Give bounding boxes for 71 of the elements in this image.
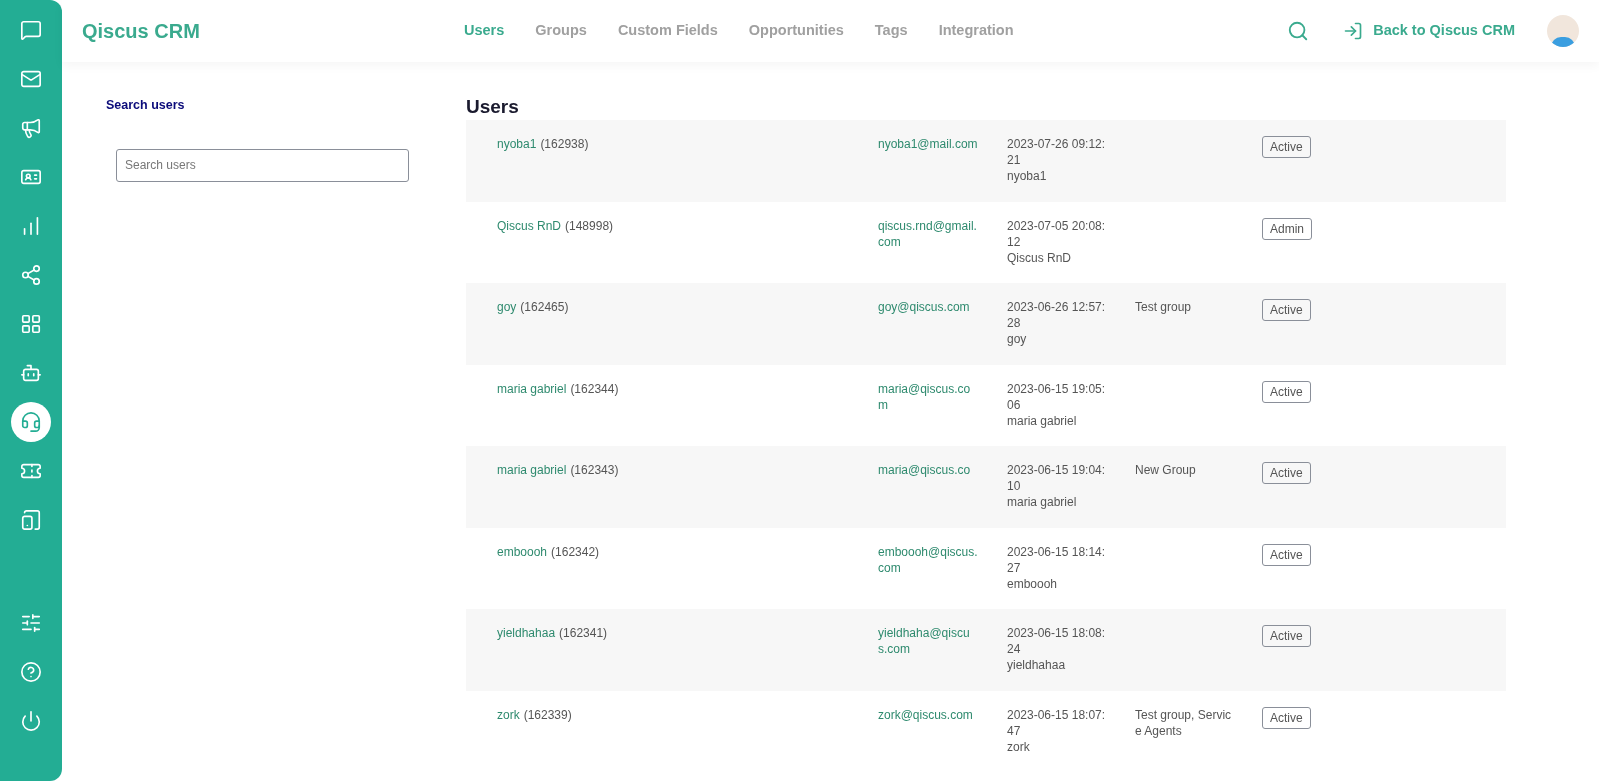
user-name-link[interactable]: Qiscus RnD: [497, 217, 561, 234]
created-by: emboooh: [1007, 575, 1059, 592]
megaphone-icon: [20, 117, 42, 139]
status-badge: Active: [1262, 706, 1311, 729]
help-icon: [20, 661, 42, 683]
user-email: yieldhaha@qiscus.com: [878, 625, 971, 657]
user-email: maria@qiscus.co: [878, 462, 972, 478]
user-id: (162339): [523, 706, 572, 723]
user-groups: Test group, Service Agents: [1135, 706, 1235, 739]
chat-bubble-icon: [20, 19, 42, 41]
user-id: (162342): [551, 543, 600, 560]
created-by: yieldhahaa: [1007, 657, 1067, 673]
user-name-link[interactable]: nyoba1: [497, 136, 537, 152]
status-badge: Active: [1262, 543, 1311, 566]
user-email: emboooh@qiscus.com: [878, 543, 978, 576]
user-groups: New Group: [1135, 462, 1235, 478]
created-date: 2023-07-05 20:08:12: [1007, 217, 1107, 250]
user-name-link[interactable]: zork: [497, 706, 520, 723]
search-heading: Search users: [106, 97, 186, 114]
user-email: qiscus.rnd@gmail.com: [878, 217, 978, 250]
search-icon: [1287, 20, 1310, 42]
status-badge: Active: [1262, 136, 1311, 158]
back-link[interactable]: Back to Qiscus CRM: [1343, 20, 1515, 42]
envelope-icon: [20, 68, 42, 90]
nav-tab[interactable]: Users: [464, 20, 505, 42]
user-email: zork@qiscus.com: [878, 706, 974, 723]
sliders-icon: [20, 612, 42, 634]
user-name-link[interactable]: maria gabriel: [497, 462, 567, 478]
robot-icon: [20, 362, 42, 384]
tablet-icon: [20, 509, 42, 531]
user-name-link[interactable]: goy: [497, 299, 517, 315]
user-name-link[interactable]: maria gabriel: [497, 380, 567, 397]
created-by: maria gabriel: [1007, 412, 1078, 429]
status-badge: Active: [1262, 625, 1311, 647]
created-by: zork: [1007, 738, 1031, 755]
sidebar-item[interactable]: [11, 402, 51, 442]
user-id: (162343): [570, 462, 619, 478]
user-id: (162341): [559, 625, 608, 641]
user-id: (162344): [570, 380, 619, 397]
headset-agent-icon: [20, 411, 42, 433]
user-email: maria@qiscus.com: [878, 380, 972, 413]
nav-tab[interactable]: Custom Fields: [617, 20, 718, 42]
nav-tab[interactable]: Tags: [874, 20, 908, 42]
user-email: nyoba1@mail.com: [878, 136, 978, 152]
user-id: (162938): [540, 136, 589, 152]
nav-tab[interactable]: Opportunities: [748, 20, 844, 42]
nav-tab[interactable]: Integration: [938, 20, 1014, 42]
created-by: maria gabriel: [1007, 494, 1078, 510]
users-heading: Users: [466, 95, 520, 119]
user-name-link[interactable]: emboooh: [497, 543, 548, 560]
user-email: goy@qiscus.com: [878, 299, 971, 315]
nav-tab[interactable]: Groups: [535, 20, 587, 42]
created-by: goy: [1007, 331, 1028, 347]
user-name-link[interactable]: yieldhahaa: [497, 625, 556, 641]
search-field[interactable]: Search users: [116, 148, 409, 182]
grid-icon: [20, 313, 42, 335]
share-nodes-icon: [20, 264, 42, 286]
created-by: Qiscus RnD: [1007, 249, 1072, 266]
status-badge: Admin: [1262, 217, 1312, 240]
exit-arrow-icon: [1343, 21, 1364, 41]
user-id: (162465): [520, 299, 569, 315]
search-button[interactable]: [1287, 20, 1310, 42]
user-groups: Test group: [1135, 299, 1235, 315]
status-badge: Active: [1262, 380, 1311, 403]
power-icon: [20, 710, 42, 732]
brand-title: Qiscus CRM: [82, 19, 201, 44]
avatar: [1547, 15, 1579, 47]
created-by: nyoba1: [1007, 168, 1048, 184]
user-id: (148998): [565, 217, 614, 234]
status-badge: Active: [1262, 299, 1311, 321]
status-badge: Active: [1262, 462, 1311, 484]
